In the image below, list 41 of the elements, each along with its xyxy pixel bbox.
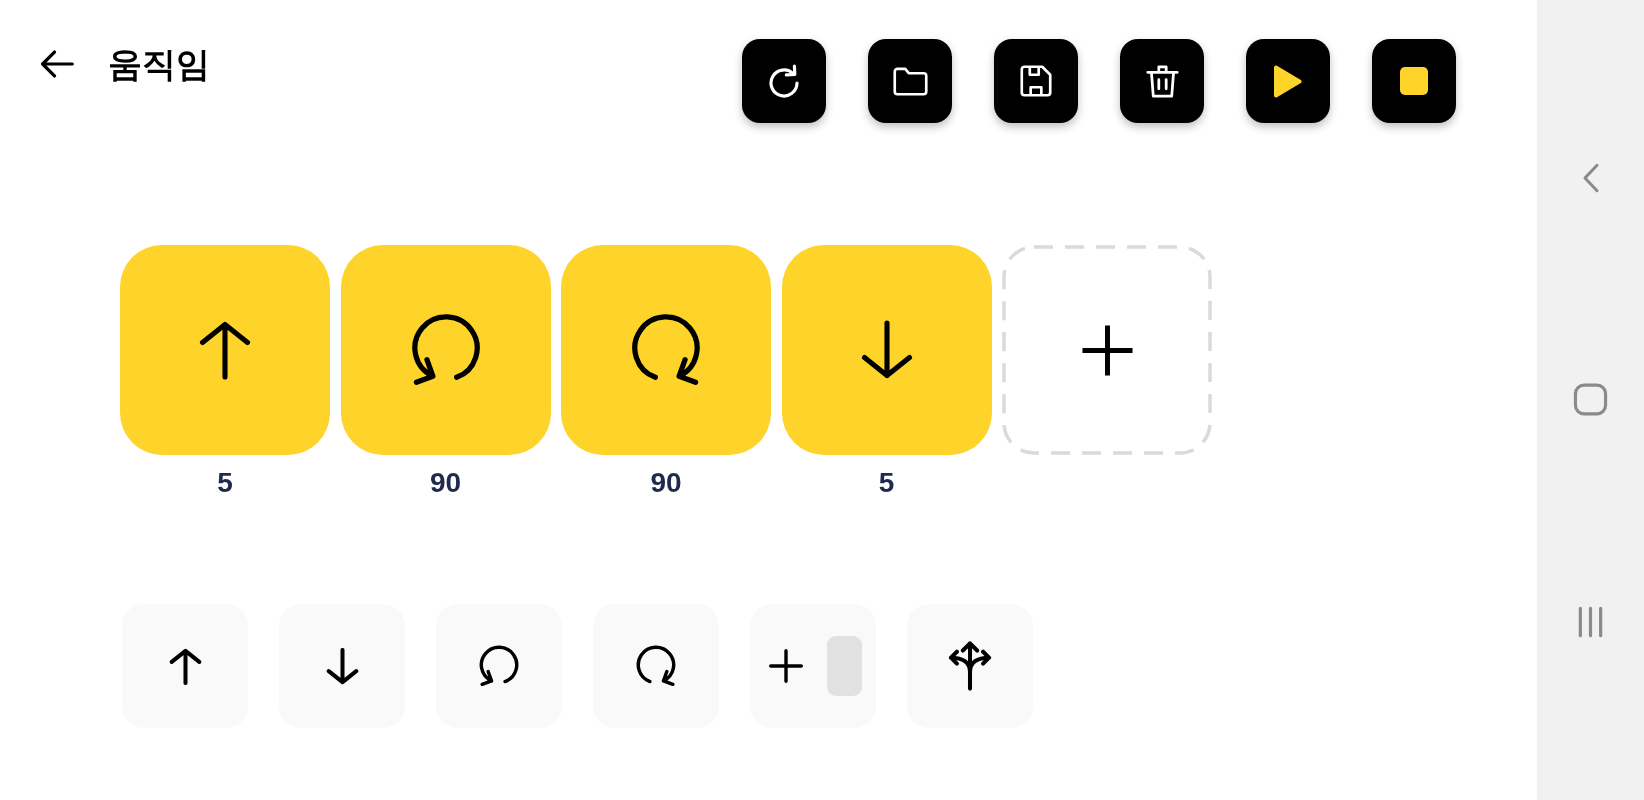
refresh-icon <box>768 64 800 98</box>
stop-button[interactable] <box>1372 39 1456 123</box>
rounded-square-icon <box>1573 383 1608 416</box>
arrow-left-icon <box>40 50 74 78</box>
arrow-down-icon <box>859 320 914 380</box>
three-bars-icon <box>1576 606 1605 638</box>
delete-button[interactable] <box>1120 39 1204 123</box>
arrow-down-icon <box>325 647 359 685</box>
block-value: 5 <box>878 466 895 500</box>
nav-recents-button[interactable] <box>1576 606 1605 638</box>
play-button[interactable] <box>1246 39 1330 123</box>
slot-icon <box>827 636 862 696</box>
program-block[interactable] <box>561 245 771 455</box>
plus-icon <box>1079 322 1135 378</box>
back-button[interactable] <box>40 50 74 78</box>
rotate-right-icon <box>636 645 676 687</box>
play-icon <box>1274 64 1302 98</box>
chevron-left-icon <box>1581 163 1600 193</box>
arrow-up-icon <box>168 647 202 685</box>
rotate-left-icon <box>479 645 519 687</box>
palette-block[interactable] <box>907 604 1033 728</box>
block-value: 90 <box>429 466 462 500</box>
palette-block[interactable] <box>436 604 562 728</box>
program-block[interactable] <box>340 245 551 455</box>
page-title: 움직임 <box>108 44 210 84</box>
folder-icon <box>892 66 928 96</box>
nav-home-button[interactable] <box>1573 383 1608 416</box>
open-button[interactable] <box>868 39 952 123</box>
trash-icon <box>1144 63 1180 99</box>
rotate-left-icon <box>410 313 481 387</box>
plus-icon <box>769 649 803 683</box>
block-value: 90 <box>650 466 682 500</box>
split-arrows-icon <box>947 641 993 691</box>
stop-icon <box>1400 67 1428 95</box>
arrow-up-icon <box>198 320 252 380</box>
save-button[interactable] <box>994 39 1078 123</box>
palette-block[interactable] <box>593 604 719 728</box>
rotate-right-icon <box>631 313 701 387</box>
nav-back-button[interactable] <box>1581 163 1600 193</box>
reload-button[interactable] <box>742 39 826 123</box>
block-value: 5 <box>217 466 233 500</box>
